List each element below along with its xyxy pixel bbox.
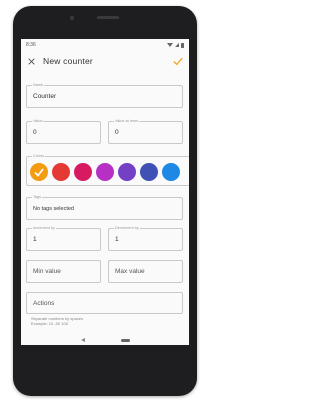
increment-value: 1 (33, 236, 37, 243)
color-swatch-purple[interactable] (96, 163, 114, 181)
color-swatch-blue[interactable] (162, 163, 180, 181)
name-value: Counter (33, 93, 57, 100)
tags-label: Tags (32, 195, 43, 200)
selected-check-icon (34, 168, 44, 177)
save-button[interactable] (171, 54, 185, 68)
color-swatch-deep-purple[interactable] (118, 163, 136, 181)
decrement-field[interactable]: Decrement by 1 (108, 226, 183, 251)
tags-value: No tags selected (33, 206, 74, 212)
decrement-value: 1 (115, 236, 119, 243)
color-swatch-orange[interactable] (30, 163, 48, 181)
value-at-reset-value: 0 (115, 129, 119, 136)
tags-field[interactable]: Tags No tags selected (26, 195, 183, 220)
home-nav-icon[interactable] (120, 338, 130, 342)
app-screen: 8:36 New counter Name Counter Value 0 Va… (21, 39, 189, 345)
min-value-field[interactable]: Min value (26, 260, 101, 283)
colors-field: Colors (26, 154, 189, 186)
max-value-placeholder: Max value (115, 268, 145, 275)
actions-field[interactable]: Actions (26, 292, 183, 314)
status-icons (167, 42, 184, 48)
max-value-field[interactable]: Max value (108, 260, 183, 283)
value-field[interactable]: Value 0 (26, 119, 101, 144)
back-nav-icon[interactable] (80, 338, 85, 342)
status-bar: 8:36 (21, 39, 189, 51)
color-swatch-pink[interactable] (74, 163, 92, 181)
close-button[interactable] (25, 55, 37, 67)
system-nav-bar (21, 335, 189, 345)
colors-label: Colors (32, 154, 45, 159)
close-icon (27, 57, 35, 65)
front-camera (70, 16, 74, 20)
name-field[interactable]: Name Counter (26, 83, 183, 108)
status-time: 8:36 (26, 42, 36, 48)
app-bar: New counter (21, 51, 189, 71)
wifi-icon (167, 43, 173, 47)
signal-icon (175, 43, 179, 47)
speaker-grille (97, 16, 119, 19)
increment-label: Increment by (32, 226, 56, 231)
min-value-placeholder: Min value (33, 268, 61, 275)
name-label: Name (32, 83, 45, 88)
check-icon (173, 57, 183, 65)
value-at-reset-field[interactable]: Value at reset 0 (108, 119, 183, 144)
page-title: New counter (43, 56, 93, 66)
value-value: 0 (33, 129, 37, 136)
increment-field[interactable]: Increment by 1 (26, 226, 101, 251)
color-swatch-red[interactable] (52, 163, 70, 181)
value-label: Value (32, 119, 44, 124)
actions-example: Example: 10 -50 100 (31, 321, 68, 326)
color-swatch-indigo[interactable] (140, 163, 158, 181)
battery-icon (181, 42, 184, 48)
actions-placeholder: Actions (33, 300, 55, 307)
value-at-reset-label: Value at reset (114, 119, 140, 124)
decrement-label: Decrement by (114, 226, 140, 231)
